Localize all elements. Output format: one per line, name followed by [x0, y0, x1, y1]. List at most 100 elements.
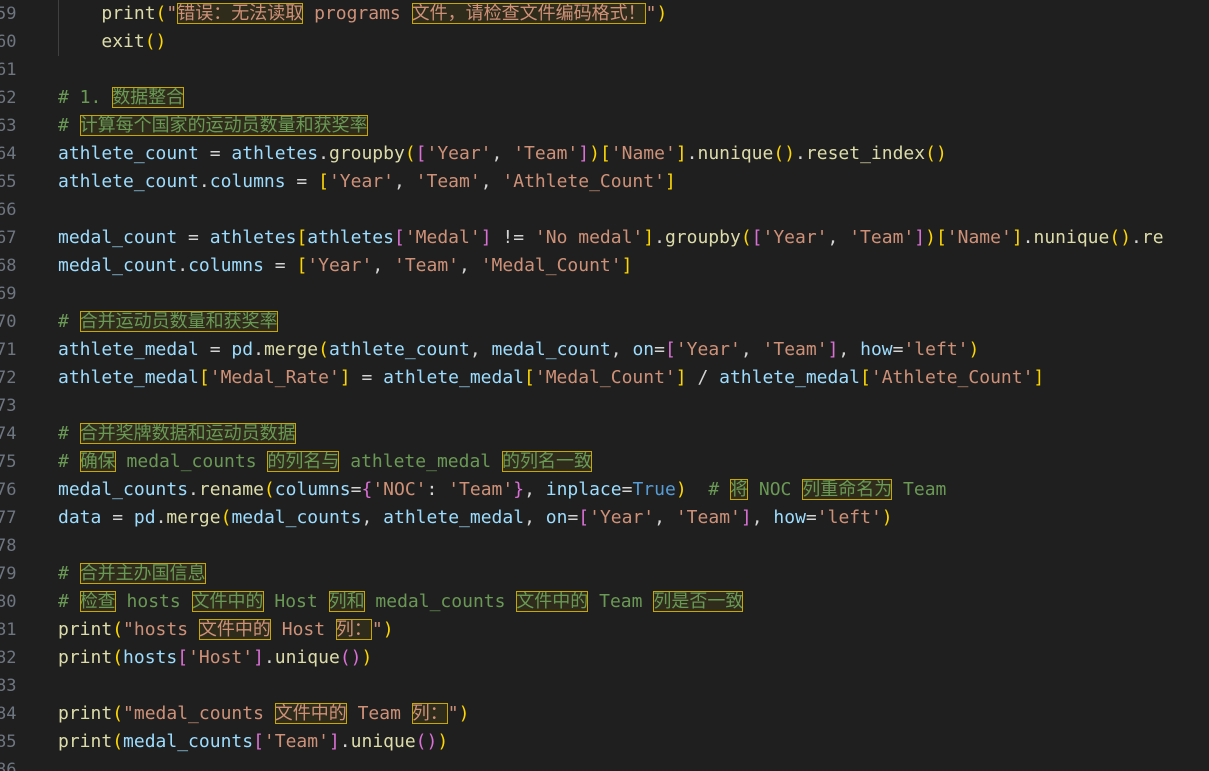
code-token: # [58, 311, 80, 332]
code-token: [ [296, 227, 308, 248]
code-line[interactable]: 74 # 合并奖牌数据和运动员数据 [0, 420, 1209, 448]
code-token: = [350, 367, 384, 388]
code-token: ) [968, 339, 980, 360]
code-token: , [751, 507, 774, 528]
code-token: 'Year' [307, 255, 373, 276]
code-token: 'left' [903, 339, 969, 360]
code-token: [ [751, 227, 763, 248]
code-line[interactable]: 59 print("错误：无法读取 programs 文件，请检查文件编码格式！… [0, 0, 1209, 28]
code-line[interactable]: 71 athlete_medal = pd.merge(athlete_count… [0, 336, 1209, 364]
code-token: . [198, 171, 210, 192]
code-token: reset_index [805, 143, 926, 164]
code-token: ) [881, 507, 893, 528]
code-line[interactable]: 76 medal_counts.rename(columns={'NOC': 'T… [0, 476, 1209, 504]
code-text: athlete_count.columns = ['Year', 'Team',… [58, 168, 676, 196]
code-token: = [621, 479, 633, 500]
code-token: , [361, 507, 384, 528]
code-line[interactable]: 85 print(medal_counts['Team'].unique()) [0, 728, 1209, 756]
code-line[interactable]: 69 [0, 280, 1209, 308]
line-number: 79 [0, 564, 17, 584]
code-token: 'Year' [589, 507, 655, 528]
code-token: athletes [209, 227, 297, 248]
code-token: columns [188, 255, 264, 276]
code-line[interactable]: 82 print(hosts['Host'].unique()) [0, 644, 1209, 672]
code-line[interactable]: 83 [0, 672, 1209, 700]
line-number: 64 [0, 144, 17, 164]
line-number: 60 [0, 32, 17, 52]
line-number: 77 [0, 508, 17, 528]
line-number: 82 [0, 648, 17, 668]
unicode-highlight-token: 错误：无法读取 [177, 3, 304, 24]
code-token: hosts [115, 591, 192, 612]
code-token: () [339, 647, 362, 668]
code-token: Team [588, 591, 654, 612]
unicode-highlight-token: 计算每个国家的运动员数量和获奖率 [79, 115, 368, 136]
code-token: ( [112, 703, 124, 724]
code-token: ( [155, 3, 167, 24]
code-token: ) [458, 703, 470, 724]
line-number: 62 [0, 88, 17, 108]
code-line[interactable]: 66 [0, 196, 1209, 224]
code-line[interactable]: 81 print("hosts 文件中的 Host 列：") [0, 616, 1209, 644]
code-line[interactable]: 61 [0, 56, 1209, 84]
code-token: columns [209, 171, 286, 192]
code-token: 'Team' [415, 171, 481, 192]
code-token: . [339, 731, 351, 752]
code-token: merge [166, 507, 221, 528]
code-token: ] [914, 227, 926, 248]
code-line[interactable]: 77 data = pd.merge(medal_counts, athlete_… [0, 504, 1209, 532]
code-token: [ [415, 143, 427, 164]
code-token: ( [220, 507, 232, 528]
code-line[interactable]: 72 athlete_medal['Medal_Rate'] = athlete_… [0, 364, 1209, 392]
code-text: # 确保 medal_counts 的列名与 athlete_medal 的列名… [58, 448, 592, 476]
line-number: 71 [0, 340, 17, 360]
code-line[interactable]: 79 # 合并主办国信息 [0, 560, 1209, 588]
code-editor[interactable]: 59 print("错误：无法读取 programs 文件，请检查文件编码格式！… [0, 0, 1209, 771]
code-token: 'Medal_Rate' [209, 367, 340, 388]
code-token: ] [1033, 367, 1045, 388]
line-number: 85 [0, 732, 17, 752]
line-number: 78 [0, 536, 17, 556]
code-token: athlete_count [58, 171, 199, 192]
code-line[interactable]: 78 [0, 532, 1209, 560]
code-token: 'Host' [188, 647, 254, 668]
line-number: 69 [0, 284, 17, 304]
code-token: hosts [123, 647, 178, 668]
code-token: = [805, 507, 817, 528]
code-token: ) [382, 619, 394, 640]
code-token: re [1141, 227, 1164, 248]
code-token: exit [101, 31, 145, 52]
code-token: [ [935, 227, 947, 248]
code-token: # [58, 563, 80, 584]
code-token: ( [112, 731, 124, 752]
code-line[interactable]: 62 # 1. 数据整合 [0, 84, 1209, 112]
code-line[interactable]: 75 # 确保 medal_counts 的列名与 athlete_medal 的… [0, 448, 1209, 476]
code-line[interactable]: 70 # 合并运动员数量和获奖率 [0, 308, 1209, 336]
code-line[interactable]: 84 print("medal_counts 文件中的 Team 列：") [0, 700, 1209, 728]
code-token: on [545, 507, 568, 528]
code-token: () [773, 143, 796, 164]
code-line[interactable]: 67 medal_count = athletes[athletes['Medal… [0, 224, 1209, 252]
code-line[interactable]: 60 exit() [0, 28, 1209, 56]
code-line[interactable]: 80 # 检查 hosts 文件中的 Host 列和 medal_counts 文… [0, 588, 1209, 616]
code-token: merge [263, 339, 319, 360]
code-text: # 合并运动员数量和获奖率 [58, 308, 278, 336]
line-number: 86 [0, 760, 17, 771]
code-text: print("medal_counts 文件中的 Team 列：") [58, 700, 469, 728]
code-line[interactable]: 64 athlete_count = athletes.groupby(['Yea… [0, 140, 1209, 168]
code-token: , [740, 339, 763, 360]
code-line[interactable]: 73 [0, 392, 1209, 420]
code-token: . [155, 507, 167, 528]
code-line[interactable]: 68 medal_count.columns = ['Year', 'Team',… [0, 252, 1209, 280]
unicode-highlight-token: 列和 [328, 591, 365, 612]
code-token: , [372, 255, 394, 276]
code-token: Team [892, 479, 947, 500]
unicode-highlight-token: 列重命名为 [802, 479, 893, 500]
code-line[interactable]: 86 [0, 756, 1209, 771]
code-line[interactable]: 65 athlete_count.columns = ['Year', 'Team… [0, 168, 1209, 196]
code-text: print("错误：无法读取 programs 文件，请检查文件编码格式！") [58, 0, 667, 28]
code-line[interactable]: 63 # 计算每个国家的运动员数量和获奖率 [0, 112, 1209, 140]
code-token: ) [589, 143, 600, 164]
code-token: 'Athlete_Count' [870, 367, 1034, 388]
